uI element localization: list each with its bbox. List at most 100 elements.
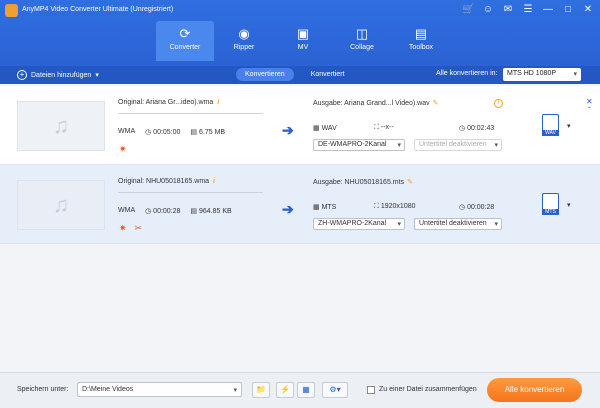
settings-gear-icon[interactable]: ⚙▾ bbox=[322, 382, 348, 398]
badge-ext: WAV bbox=[542, 130, 559, 136]
output-duration: 00:02:43 bbox=[467, 125, 495, 132]
segment-converted[interactable]: Konvertiert bbox=[302, 68, 354, 81]
tab-converter[interactable]: ⟳ Converter bbox=[156, 21, 214, 61]
menu-icon[interactable]: ☰ bbox=[522, 4, 534, 15]
gpu-accel-off-icon[interactable]: ▦ bbox=[297, 382, 315, 398]
app-title: AnyMP4 Video Converter Ultimate (Unregis… bbox=[22, 6, 174, 13]
add-files-button[interactable]: + Dateien hinzufügen ▾ bbox=[17, 70, 99, 80]
subtitle-select[interactable]: Untertitel deaktivieren ▾ bbox=[414, 218, 502, 230]
view-segment: Konvertieren Konvertiert bbox=[236, 68, 354, 81]
toolbox-icon: ▤ bbox=[414, 26, 428, 41]
segment-converting[interactable]: Konvertieren bbox=[236, 68, 294, 81]
clock-icon: ◷ bbox=[459, 125, 466, 132]
output-format: MTS bbox=[321, 204, 337, 211]
convert-all-button[interactable]: Alle konvertieren bbox=[487, 378, 582, 402]
resolution-icon: ⛶ bbox=[374, 203, 379, 210]
rename-pencil-icon[interactable]: ✎ bbox=[433, 100, 439, 107]
hardware-accel-off-icon[interactable]: ⚡ bbox=[276, 382, 294, 398]
audio-track-select[interactable]: DE-WMAPRO-2Kanal ▾ bbox=[313, 139, 405, 151]
info-icon[interactable]: i bbox=[217, 99, 219, 106]
original-filename: Original: Ariana Gr...ideo).wma i bbox=[118, 99, 219, 106]
cart-icon[interactable]: 🛒 bbox=[462, 4, 474, 15]
format-dropdown-icon[interactable]: ▾ bbox=[567, 122, 571, 130]
output-spec: ▦ WAV ⛶ --x-- ◷ 00:02:43 bbox=[313, 124, 505, 134]
output-format-badge[interactable]: WAV bbox=[538, 111, 562, 141]
footer-bar: Speichern unter: D:\Meine Videos ▾ 📁 ⚡ ▦… bbox=[0, 372, 600, 408]
output-text: Ausgabe: NHU05018165.mts bbox=[313, 179, 405, 186]
save-path-value: D:\Meine Videos bbox=[82, 386, 134, 393]
clock-icon: ◷ bbox=[145, 129, 152, 136]
edit-effect-icon[interactable]: ✷ bbox=[119, 223, 127, 234]
edit-effect-icon[interactable]: ✷ bbox=[119, 144, 127, 155]
save-path-select[interactable]: D:\Meine Videos ▾ bbox=[77, 382, 242, 397]
tab-ripper[interactable]: ◉ Ripper bbox=[215, 21, 273, 61]
file-meta: WMA ◷ 00:00:28 ▤ 964.85 KB bbox=[118, 207, 232, 215]
source-size: 6.75 MB bbox=[199, 129, 226, 136]
tab-collage[interactable]: ◫ Collage bbox=[333, 21, 391, 61]
remove-icon[interactable]: ✕ bbox=[586, 97, 593, 106]
audio-thumbnail: ♫ bbox=[17, 180, 105, 230]
minimize-icon[interactable]: — bbox=[542, 4, 554, 15]
feedback-icon[interactable]: ✉ bbox=[502, 4, 514, 15]
row-controls: ✕ ˆ bbox=[586, 97, 593, 115]
clock-icon: ◷ bbox=[459, 204, 466, 211]
tab-mv[interactable]: ▣ MV bbox=[274, 21, 332, 61]
convert-arrow-icon: ➔ bbox=[282, 201, 294, 217]
user-icon[interactable]: ☺ bbox=[482, 4, 494, 15]
chevron-down-icon: ▾ bbox=[573, 71, 577, 78]
clock-icon: ◷ bbox=[145, 208, 152, 215]
convert-icon: ⟳ bbox=[179, 26, 191, 41]
output-format-badge[interactable]: MTS bbox=[538, 190, 562, 220]
convert-all-format-select[interactable]: MTS HD 1080P ▾ bbox=[503, 68, 581, 81]
disc-icon: ◉ bbox=[238, 26, 250, 41]
info-icon[interactable]: i bbox=[213, 178, 215, 185]
subtitle-select[interactable]: Untertitel deaktivieren ▾ bbox=[414, 139, 502, 151]
film-icon: ▦ bbox=[313, 204, 320, 211]
format-dropdown-icon[interactable]: ▾ bbox=[567, 201, 571, 209]
open-folder-icon[interactable]: 📁 bbox=[252, 382, 270, 398]
chevron-down-icon: ▾ bbox=[494, 221, 498, 228]
music-note-icon: ♫ bbox=[52, 192, 70, 217]
audio-track-select[interactable]: ZH-WMAPRO-2Kanal ▾ bbox=[313, 218, 405, 230]
file-row[interactable]: ♫ Original: Ariana Gr...ideo).wma i WMA ◷… bbox=[0, 86, 600, 165]
audio-track-value: DE-WMAPRO-2Kanal bbox=[318, 141, 387, 148]
title-bar: AnyMP4 Video Converter Ultimate (Unregis… bbox=[0, 0, 600, 66]
warning-icon[interactable]: ! bbox=[494, 99, 503, 108]
source-duration: 00:00:28 bbox=[153, 208, 181, 215]
source-duration: 00:05:00 bbox=[153, 129, 181, 136]
convert-all-to-label: Alle konvertieren in: bbox=[436, 70, 498, 77]
convert-arrow-icon: ➔ bbox=[282, 122, 294, 138]
tab-toolbox[interactable]: ▤ Toolbox bbox=[392, 21, 450, 61]
edit-tools: ✷ ✂ bbox=[119, 223, 142, 234]
merge-label: Zu einer Datei zusammenfügen bbox=[379, 386, 477, 393]
output-filename: Ausgabe: NHU05018165.mts ✎ bbox=[313, 178, 413, 186]
file-size-icon: ▤ bbox=[190, 208, 198, 215]
toolbar: + Dateien hinzufügen ▾ Konvertieren Konv… bbox=[0, 66, 600, 84]
original-text: Original: Ariana Gr...ideo).wma bbox=[118, 99, 214, 106]
film-icon: ▦ bbox=[313, 125, 320, 132]
close-icon[interactable]: ✕ bbox=[582, 4, 594, 15]
output-spec: ▦ MTS ⛶ 1920x1080 ◷ 00:00:28 bbox=[313, 203, 505, 213]
output-filename: Ausgabe: Ariana Grand...l Video).wav ✎ bbox=[313, 99, 438, 107]
output-duration: 00:00:28 bbox=[467, 204, 495, 211]
file-row[interactable]: ♫ Original: NHU05018165.wma i WMA ◷ 00:00… bbox=[0, 165, 600, 244]
output-text: Ausgabe: Ariana Grand...l Video).wav bbox=[313, 100, 430, 107]
tab-label: Ripper bbox=[233, 44, 255, 51]
music-note-icon: ♫ bbox=[52, 113, 70, 138]
divider bbox=[118, 192, 263, 193]
output-format: WAV bbox=[321, 125, 337, 132]
chevron-down-icon[interactable]: ▾ bbox=[95, 71, 99, 79]
tab-label: Toolbox bbox=[408, 44, 434, 51]
chevron-down-icon: ▾ bbox=[397, 221, 401, 228]
audio-track-value: ZH-WMAPRO-2Kanal bbox=[318, 220, 387, 227]
collapse-icon[interactable]: ˆ bbox=[588, 106, 591, 115]
tab-label: MV bbox=[297, 44, 309, 51]
output-resolution: 1920x1080 bbox=[380, 203, 416, 210]
tab-label: Collage bbox=[350, 44, 374, 51]
divider bbox=[118, 113, 263, 114]
merge-checkbox[interactable] bbox=[367, 386, 375, 394]
cut-icon[interactable]: ✂ bbox=[135, 223, 143, 234]
original-text: Original: NHU05018165.wma bbox=[118, 178, 210, 185]
maximize-icon[interactable]: □ bbox=[562, 4, 574, 15]
rename-pencil-icon[interactable]: ✎ bbox=[407, 179, 413, 186]
